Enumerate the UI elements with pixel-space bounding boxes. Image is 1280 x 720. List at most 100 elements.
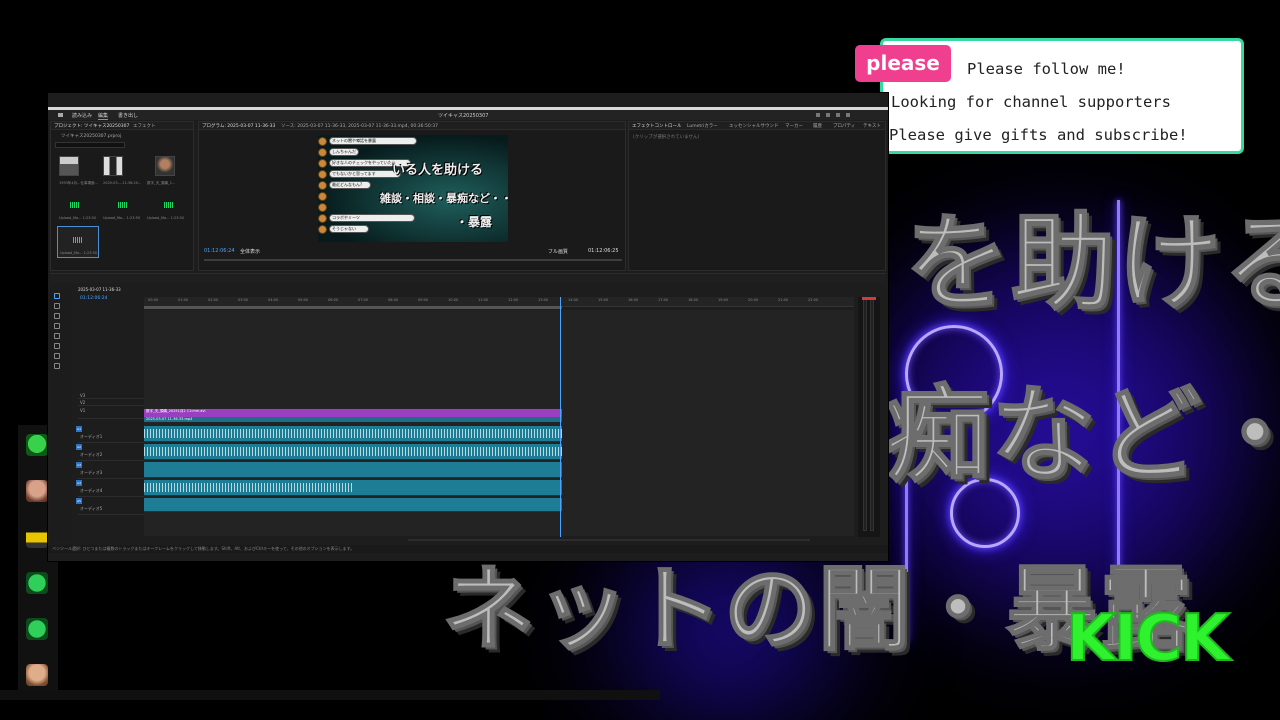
track-header-a1[interactable]: A1 オーディオ1 — [76, 426, 144, 443]
meter-right — [870, 299, 874, 531]
tab-source[interactable]: ソース: 2025-03-07 11-36-33, 2025-03-07 11-… — [281, 123, 438, 129]
thumbnail-2[interactable] — [103, 156, 123, 176]
progress-icon[interactable] — [836, 113, 840, 117]
timeline-zoom-bar[interactable] — [408, 539, 810, 541]
frog-avatar-icon — [26, 572, 48, 594]
audio-item-thumb[interactable] — [159, 200, 179, 210]
audio-item-thumb[interactable] — [113, 200, 133, 210]
track-header-a2[interactable]: A2 オーディオ2 — [76, 444, 144, 461]
tab-program[interactable]: プログラム: 2025-03-07 11-36-33 — [202, 123, 275, 129]
tab-project[interactable]: プロジェクト: ツイキャス20250307 — [54, 123, 129, 129]
window-title: ツイキャス20250307 — [438, 113, 489, 119]
thumbnail-caption: Upload_Mo... 1:23:50 — [59, 216, 97, 220]
razor-tool-icon[interactable] — [54, 323, 60, 329]
chat-bubble: コラボやミーツ — [329, 214, 415, 222]
tab-effect-controls[interactable]: エフェクトコントロール — [632, 123, 682, 129]
video-clip-v1[interactable]: 数字_天_頭痛_20251月2 11:mm.avi — [144, 409, 562, 417]
tab-history[interactable]: 履歴 — [813, 123, 822, 129]
track-target-badge[interactable]: A2 — [76, 444, 82, 450]
program-duration: 01:12:06:25 — [588, 248, 619, 254]
track-target-badge[interactable]: A4 — [76, 480, 82, 486]
ruler-tick: 08:00 — [388, 298, 399, 302]
selection-tool-icon[interactable] — [54, 293, 60, 299]
tab-markers[interactable]: マーカー — [785, 123, 803, 129]
fullscreen-icon[interactable] — [846, 113, 850, 117]
track-header-v1[interactable]: V1 — [78, 407, 144, 419]
ruler-tick: 17:00 — [658, 298, 669, 302]
audio-clip-a4[interactable] — [144, 480, 562, 496]
premiere-window[interactable]: 読み込み 編集 書き出し ツイキャス20250307 プロジェクト: ツイキャス… — [47, 92, 889, 562]
track-target-badge[interactable]: A1 — [76, 426, 82, 432]
tab-effects[interactable]: エフェクト — [133, 123, 156, 129]
tab-edit[interactable]: 編集 — [98, 112, 109, 120]
waveform — [144, 429, 562, 438]
thumbnail-caption: 数字_天_頭痛_1... — [147, 181, 176, 185]
track-header-v3[interactable]: V3 — [78, 393, 144, 399]
track-target-badge[interactable]: A5 — [76, 498, 82, 504]
tab-import[interactable]: 読み込み — [72, 112, 92, 119]
timeline-timecode[interactable]: 01:12:06:24 — [80, 296, 107, 301]
slip-tool-icon[interactable] — [54, 333, 60, 339]
workspace-icon[interactable] — [816, 113, 820, 117]
home-icon[interactable] — [58, 113, 63, 117]
track-target-badge[interactable]: A3 — [76, 462, 82, 468]
thumbnail-3[interactable] — [155, 156, 175, 176]
effect-controls-panel[interactable]: エフェクトコントロール Lumetriカラー エッセンシャルサウンド マーカー … — [628, 121, 886, 271]
track-label: オーディオ2 — [80, 452, 103, 457]
viewer-avatar-face-icon — [26, 480, 48, 502]
audio-clip-a3[interactable] — [144, 462, 562, 478]
status-text: ペンツール選択: ひとつまたは複数のトラックまたはキーフレームをクリックして移動… — [52, 546, 355, 551]
tab-text[interactable]: テキスト — [863, 123, 881, 129]
thumbnail-1[interactable] — [59, 156, 79, 176]
type-tool-icon[interactable] — [54, 363, 60, 369]
banner-line-1: Please follow me! — [967, 60, 1126, 78]
tab-export[interactable]: 書き出し — [118, 112, 138, 119]
ruler-tick: 11:00 — [478, 298, 489, 302]
pen-tool-icon[interactable] — [54, 343, 60, 349]
face-icon — [318, 225, 327, 234]
face-icon — [318, 159, 327, 168]
chat-bubble: ネットの闇や噂話を暴露 — [329, 137, 417, 145]
selected-audio-item[interactable]: Upload_Mo... 1:23:50 — [57, 226, 99, 258]
sequence-name[interactable]: 2025-03-07 11-36-33 — [78, 287, 121, 292]
tab-lumetri[interactable]: Lumetriカラー — [687, 123, 718, 129]
chat-bubble: でもないかと思ってます — [329, 170, 401, 178]
playhead[interactable] — [560, 297, 561, 537]
work-area-bar[interactable] — [144, 306, 562, 309]
status-bar: ペンツール選択: ひとつまたは複数のトラックまたはキーフレームをクリックして移動… — [48, 545, 888, 553]
hand-tool-icon[interactable] — [54, 353, 60, 359]
audio-clip-a1[interactable] — [144, 426, 562, 442]
track-label: オーディオ3 — [80, 470, 103, 475]
track-header-a3[interactable]: A3 オーディオ3 — [76, 462, 144, 479]
audio-clip-a5[interactable] — [144, 498, 562, 512]
ruler-tick: 20:00 — [748, 298, 759, 302]
quality-select[interactable]: フル画質 — [548, 248, 568, 255]
tools-panel — [50, 289, 72, 539]
waveform — [144, 447, 562, 456]
track-header-a4[interactable]: A4 オーディオ4 — [76, 480, 144, 497]
thumbnail-caption: Upload_Mo... 1:23:50 — [147, 216, 185, 220]
ripple-edit-tool-icon[interactable] — [54, 313, 60, 319]
effect-controls-header: エフェクトコントロール Lumetriカラー エッセンシャルサウンド マーカー … — [629, 122, 885, 130]
project-panel[interactable]: プロジェクト: ツイキャス20250307 エフェクト ツイキャス2025030… — [50, 121, 194, 271]
track-header-v2[interactable]: V2 — [78, 400, 144, 406]
project-search-input[interactable] — [55, 142, 125, 148]
ruler-tick: 22:00 — [808, 298, 819, 302]
program-timecode[interactable]: 01:12:06:24 — [204, 248, 235, 254]
no-clip-message: (クリップが選択されていません) — [633, 135, 700, 140]
tab-essential-sound[interactable]: エッセンシャルサウンド — [729, 123, 779, 129]
track-header-a5[interactable]: A5 オーディオ5 — [76, 498, 144, 515]
tab-properties[interactable]: プロパティ — [833, 123, 855, 129]
quick-export-icon[interactable] — [826, 113, 830, 117]
ruler-tick: 12:00 — [508, 298, 519, 302]
kick-logo: KICK — [1065, 602, 1231, 676]
audio-clip-a2[interactable] — [144, 444, 562, 460]
face-icon — [318, 181, 327, 190]
audio-item-thumb[interactable] — [65, 200, 85, 210]
banner-line-2: Looking for channel supporters — [891, 93, 1171, 111]
program-scrub-bar[interactable] — [204, 259, 622, 261]
video-clip-v1-lower[interactable]: 2025-03-07 11-36-33.mp4 — [144, 417, 562, 422]
track-select-tool-icon[interactable] — [54, 303, 60, 309]
ruler-tick: 06:00 — [328, 298, 339, 302]
zoom-select[interactable]: 全体表示 — [240, 248, 260, 255]
